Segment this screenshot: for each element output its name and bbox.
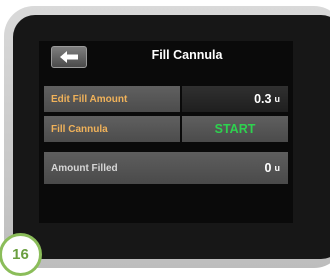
amount-filled-number: 0	[264, 161, 272, 175]
edit-fill-amount-label[interactable]: Edit Fill Amount	[44, 86, 180, 112]
amount-filled-label: Amount Filled	[51, 162, 118, 174]
edit-fill-amount-row[interactable]: Edit Fill Amount 0.3 u	[44, 86, 288, 112]
amount-filled-row: Amount Filled 0 u	[44, 152, 288, 184]
step-number-badge: 16	[0, 233, 42, 276]
fill-amount-value[interactable]: 0.3 u	[182, 86, 288, 112]
amount-filled-value: 0 u	[182, 152, 288, 184]
left-arrow-icon	[60, 51, 78, 63]
fill-amount-unit: u	[274, 94, 281, 104]
back-button[interactable]	[51, 46, 87, 68]
fill-cannula-row[interactable]: Fill Cannula START	[44, 116, 288, 142]
pump-screen: Fill Cannula Edit Fill Amount 0.3 u Fill…	[39, 41, 293, 223]
amount-filled-unit: u	[274, 163, 281, 173]
screen-header: Fill Cannula	[39, 41, 293, 73]
start-button[interactable]: START	[182, 116, 288, 142]
fill-amount-number: 0.3	[254, 92, 272, 106]
page-title: Fill Cannula	[151, 48, 223, 62]
fill-cannula-label: Fill Cannula	[44, 116, 180, 142]
